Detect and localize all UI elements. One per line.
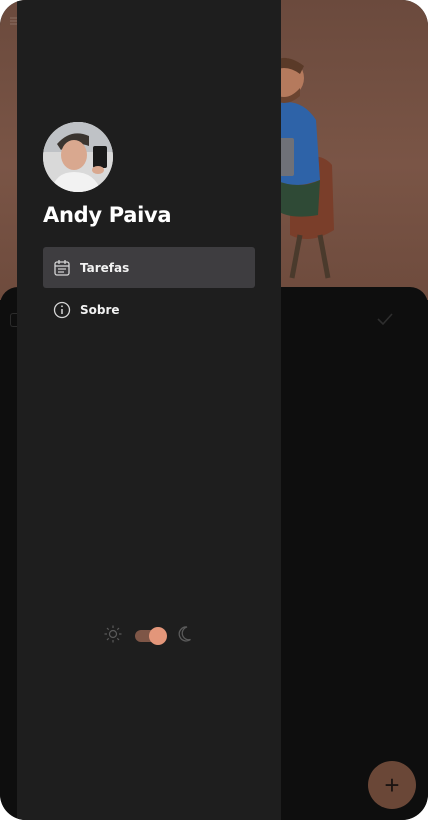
nav-item-tarefas[interactable]: Tarefas: [43, 247, 255, 288]
theme-switcher: [103, 625, 197, 647]
plus-icon: +: [384, 770, 400, 800]
dark-mode-toggle[interactable]: [135, 627, 167, 645]
nav-item-label: Sobre: [80, 302, 120, 317]
calendar-list-icon: [53, 259, 71, 277]
nav-item-sobre[interactable]: Sobre: [43, 289, 255, 330]
toggle-knob: [149, 627, 167, 645]
avatar: [43, 122, 113, 192]
nav-item-label: Tarefas: [80, 260, 130, 275]
sun-icon[interactable]: [103, 624, 123, 649]
user-name: Andy Paiva: [43, 203, 172, 227]
app-screen: + Andy Paiva Tarefas Sobre: [0, 0, 428, 820]
moon-icon[interactable]: [177, 624, 197, 649]
add-task-button[interactable]: +: [368, 761, 416, 809]
navigation-drawer: Andy Paiva Tarefas Sobre: [17, 0, 281, 820]
check-icon[interactable]: [376, 312, 394, 326]
info-icon: [53, 301, 71, 319]
